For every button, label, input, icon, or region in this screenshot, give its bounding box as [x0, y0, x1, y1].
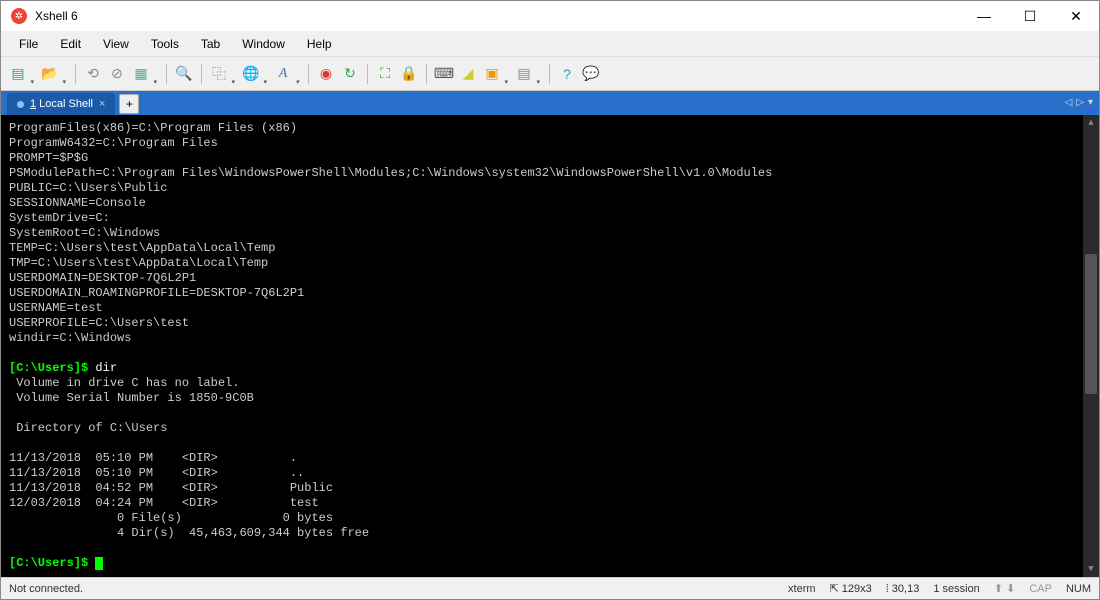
highlight-button[interactable]: ◢ — [457, 63, 479, 85]
scroll-down-icon[interactable]: ▼ — [1083, 561, 1099, 577]
toolbar-separator — [308, 64, 309, 84]
layout-button[interactable]: ▤ — [513, 63, 535, 85]
scroll-up-icon[interactable]: ▲ — [1083, 115, 1099, 131]
lock-button[interactable]: 🔒 — [398, 63, 420, 85]
maximize-button[interactable]: ☐ — [1007, 1, 1053, 31]
menu-edit[interactable]: Edit — [50, 33, 91, 55]
env-line: USERDOMAIN=DESKTOP-7Q6L2P1 — [9, 271, 196, 285]
env-line: ProgramFiles(x86)=C:\Program Files (x86) — [9, 121, 297, 135]
tab-local-shell[interactable]: 1 Local Shell × — [7, 93, 115, 115]
tab-status-dot-icon — [17, 101, 24, 108]
env-line: SESSIONNAME=Console — [9, 196, 146, 210]
env-line: SystemDrive=C: — [9, 211, 110, 225]
new-session-button[interactable]: ▤ — [7, 63, 29, 85]
tab-menu-icon[interactable]: ▾ — [1088, 97, 1093, 108]
status-size: ⇱129x3 — [830, 582, 872, 595]
toolbar-separator — [367, 64, 368, 84]
tab-label: 1 Local Shell — [30, 98, 93, 110]
tab-nav: ◁ ▷ ▾ — [1065, 97, 1093, 108]
env-line: SystemRoot=C:\Windows — [9, 226, 160, 240]
toolbar: ▤ 📂 ⟲ ⊘ ▦ 🔍 ⿻ 🌐 A ◉ ↻ ⛶ 🔒 ⌨ ◢ ▣ ▤ ? 💬 — [1, 57, 1099, 91]
dir-line: 11/13/2018 04:52 PM <DIR> Public — [9, 481, 333, 495]
color-button[interactable]: ▣ — [481, 63, 503, 85]
keyboard-button[interactable]: ⌨ — [433, 63, 455, 85]
tab-prev-icon[interactable]: ◁ — [1065, 97, 1073, 108]
dir-line: 11/13/2018 05:10 PM <DIR> .. — [9, 466, 304, 480]
globe-button[interactable]: 🌐 — [240, 63, 262, 85]
tab-add-button[interactable]: + — [119, 94, 139, 114]
status-arrows: ⬆ ⬇ — [994, 582, 1016, 595]
titlebar: ✲ Xshell 6 — ☐ ✕ — [1, 1, 1099, 31]
properties-button[interactable]: ▦ — [130, 63, 152, 85]
status-term-type: xterm — [788, 583, 816, 595]
dir-line: Volume Serial Number is 1850-9C0B — [9, 391, 254, 405]
prompt: [C:\Users]$ — [9, 556, 95, 570]
dir-line: 12/03/2018 04:24 PM <DIR> test — [9, 496, 319, 510]
size-icon: ⇱ — [830, 582, 839, 595]
cursor-icon — [95, 557, 103, 570]
copy-button[interactable]: ⿻ — [208, 63, 230, 85]
chat-button[interactable]: 💬 — [580, 63, 602, 85]
help-button[interactable]: ? — [556, 63, 578, 85]
close-button[interactable]: ✕ — [1053, 1, 1099, 31]
play-button[interactable]: ↻ — [339, 63, 361, 85]
env-line: PUBLIC=C:\Users\Public — [9, 181, 167, 195]
font-button[interactable]: A — [272, 63, 294, 85]
tabbar: 1 Local Shell × + ◁ ▷ ▾ — [1, 91, 1099, 115]
scrollbar[interactable]: ▲ ▼ — [1083, 115, 1099, 577]
status-sessions: 1 session — [933, 583, 979, 595]
env-line: TMP=C:\Users\test\AppData\Local\Temp — [9, 256, 268, 270]
scroll-thumb[interactable] — [1085, 254, 1097, 394]
menu-tools[interactable]: Tools — [141, 33, 189, 55]
terminal[interactable]: ProgramFiles(x86)=C:\Program Files (x86)… — [1, 115, 1099, 577]
command: dir — [95, 361, 117, 375]
menu-help[interactable]: Help — [297, 33, 342, 55]
menu-view[interactable]: View — [93, 33, 139, 55]
fullscreen-button[interactable]: ⛶ — [374, 63, 396, 85]
status-cursor: ⁞30,13 — [886, 583, 920, 595]
env-line: PSModulePath=C:\Program Files\WindowsPow… — [9, 166, 772, 180]
window-title: Xshell 6 — [35, 9, 961, 23]
dir-line: 11/13/2018 05:10 PM <DIR> . — [9, 451, 297, 465]
toolbar-separator — [75, 64, 76, 84]
reconnect-button[interactable]: ⟲ — [82, 63, 104, 85]
toolbar-separator — [426, 64, 427, 84]
env-line: USERNAME=test — [9, 301, 103, 315]
tab-next-icon[interactable]: ▷ — [1076, 97, 1084, 108]
env-line: USERDOMAIN_ROAMINGPROFILE=DESKTOP-7Q6L2P… — [9, 286, 304, 300]
status-connection: Not connected. — [9, 583, 774, 595]
menu-tab[interactable]: Tab — [191, 33, 230, 55]
dir-line: 0 File(s) 0 bytes — [9, 511, 333, 525]
env-line: PROMPT=$P$G — [9, 151, 88, 165]
toolbar-separator — [549, 64, 550, 84]
dir-line: 4 Dir(s) 45,463,609,344 bytes free — [9, 526, 369, 540]
dir-line: Volume in drive C has no label. — [9, 376, 239, 390]
search-button[interactable]: 🔍 — [173, 63, 195, 85]
window-controls: — ☐ ✕ — [961, 1, 1099, 31]
statusbar: Not connected. xterm ⇱129x3 ⁞30,13 1 ses… — [1, 577, 1099, 599]
toolbar-separator — [201, 64, 202, 84]
menubar: File Edit View Tools Tab Window Help — [1, 31, 1099, 57]
env-line: USERPROFILE=C:\Users\test — [9, 316, 189, 330]
env-line: windir=C:\Windows — [9, 331, 131, 345]
status-num: NUM — [1066, 583, 1091, 595]
record-button[interactable]: ◉ — [315, 63, 337, 85]
tab-close-icon[interactable]: × — [99, 98, 105, 110]
toolbar-separator — [166, 64, 167, 84]
cursor-pos-icon: ⁞ — [886, 583, 889, 595]
menu-window[interactable]: Window — [232, 33, 295, 55]
open-button[interactable]: 📂 — [39, 63, 61, 85]
disconnect-button[interactable]: ⊘ — [106, 63, 128, 85]
status-cap: CAP — [1029, 583, 1052, 595]
app-logo-icon: ✲ — [11, 8, 27, 24]
app-window: ✲ Xshell 6 — ☐ ✕ File Edit View Tools Ta… — [0, 0, 1100, 600]
prompt: [C:\Users]$ — [9, 361, 95, 375]
menu-file[interactable]: File — [9, 33, 48, 55]
dir-line: Directory of C:\Users — [9, 421, 167, 435]
minimize-button[interactable]: — — [961, 1, 1007, 31]
env-line: ProgramW6432=C:\Program Files — [9, 136, 218, 150]
env-line: TEMP=C:\Users\test\AppData\Local\Temp — [9, 241, 275, 255]
